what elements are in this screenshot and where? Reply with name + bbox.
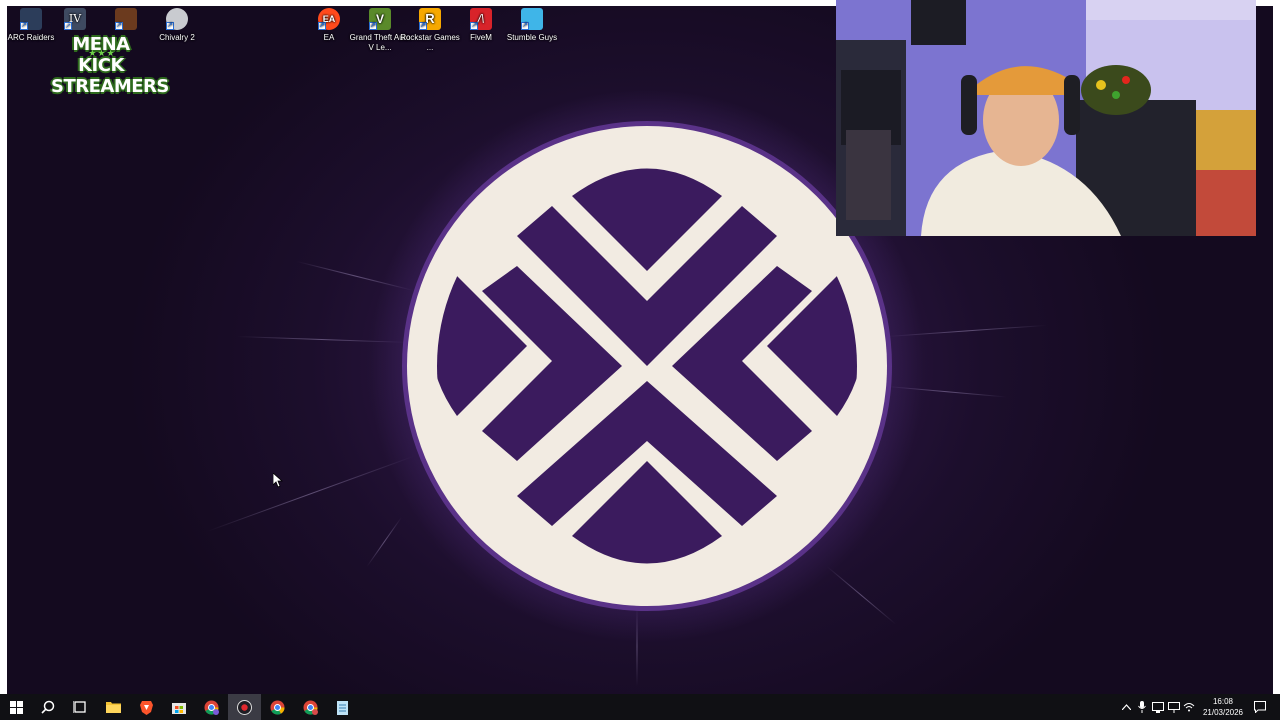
desktop-icon-label: EA <box>323 33 335 42</box>
rockstar-icon: R ↗ <box>419 8 441 30</box>
webcam-overlay <box>836 0 1256 236</box>
stars-decoration: ★★★ <box>88 48 116 58</box>
search-icon <box>40 700 54 714</box>
taskbar-notepad[interactable] <box>326 694 359 720</box>
wallpaper-emblem <box>402 121 892 611</box>
gta-v-icon: V ↗ <box>369 8 391 30</box>
brave-browser-icon <box>140 700 153 715</box>
fivem-icon: /\ ↗ <box>470 8 492 30</box>
search-button[interactable] <box>31 694 64 720</box>
arc-raiders-icon: ↗ <box>20 8 42 30</box>
obs-record-icon <box>237 699 252 715</box>
desktop-icon-label: Chivalry 2 <box>159 33 195 42</box>
notepad-icon <box>337 700 348 715</box>
gta-iv-icon: IV ↗ <box>64 8 86 30</box>
desktop-icon-stumble-guys[interactable]: ↗ Stumble Guys <box>501 8 563 43</box>
tray-display[interactable] <box>1166 699 1182 715</box>
chrome-icon <box>204 700 219 715</box>
stumble-guys-icon: ↗ <box>521 8 543 30</box>
taskbar-chrome-profile-3[interactable] <box>294 694 327 720</box>
taskbar-chrome-profile-2[interactable] <box>261 694 294 720</box>
taskbar-file-explorer[interactable] <box>97 694 130 720</box>
taskbar-clock[interactable]: 16:08 21/03/2026 <box>1196 696 1250 718</box>
file-explorer-icon <box>106 702 121 713</box>
tray-network[interactable] <box>1150 699 1166 715</box>
clock-date: 21/03/2026 <box>1202 708 1244 717</box>
microsoft-store-icon <box>171 703 186 714</box>
ea-icon: EA ↗ <box>318 8 340 30</box>
taskbar-chrome-profile-1[interactable] <box>195 694 228 720</box>
desktop-icon-label: FiveM <box>470 33 492 42</box>
mena-kick-streamers-logo: MENA KICK ★★★ STREAMERS <box>51 34 169 97</box>
red-dead-icon: ↗ <box>115 8 137 30</box>
chevron-up-icon <box>1121 704 1131 710</box>
mouse-cursor-icon <box>273 473 283 488</box>
desktop-icon-label: Stumble Guys <box>506 33 558 42</box>
microphone-icon <box>1138 701 1146 713</box>
desktop-icon-label: ARC Raiders <box>7 33 55 42</box>
taskbar-microsoft-store[interactable] <box>162 694 195 720</box>
chrome-icon <box>270 700 285 715</box>
clock-time: 16:08 <box>1212 697 1234 706</box>
webcam-feed <box>836 0 1256 236</box>
desktop-icon-chivalry-2[interactable]: ↗ Chivalry 2 <box>146 8 208 43</box>
task-view-button[interactable] <box>63 694 96 720</box>
tray-microphone[interactable] <box>1134 699 1150 715</box>
taskbar: 16:08 21/03/2026 <box>0 694 1280 720</box>
wifi-icon <box>1183 703 1195 712</box>
windows-start-icon <box>10 700 23 714</box>
display-icon <box>1168 701 1180 713</box>
light-ray <box>206 455 414 532</box>
taskbar-obs-studio[interactable] <box>228 694 261 720</box>
chivalry-icon: ↗ <box>166 8 188 30</box>
show-hidden-icons-button[interactable] <box>1118 699 1134 715</box>
action-center-button[interactable] <box>1252 699 1268 715</box>
chrome-icon <box>303 700 318 715</box>
task-view-icon <box>72 701 86 713</box>
start-button[interactable] <box>0 694 33 720</box>
tray-wifi[interactable] <box>1181 699 1197 715</box>
network-icon <box>1152 701 1164 713</box>
notification-icon <box>1254 701 1266 713</box>
taskbar-brave[interactable] <box>130 694 163 720</box>
screen: ↗ ARC Raiders IV ↗ ↗ ↗ Chivalry 2 EA ↗ EA … <box>0 0 1280 720</box>
